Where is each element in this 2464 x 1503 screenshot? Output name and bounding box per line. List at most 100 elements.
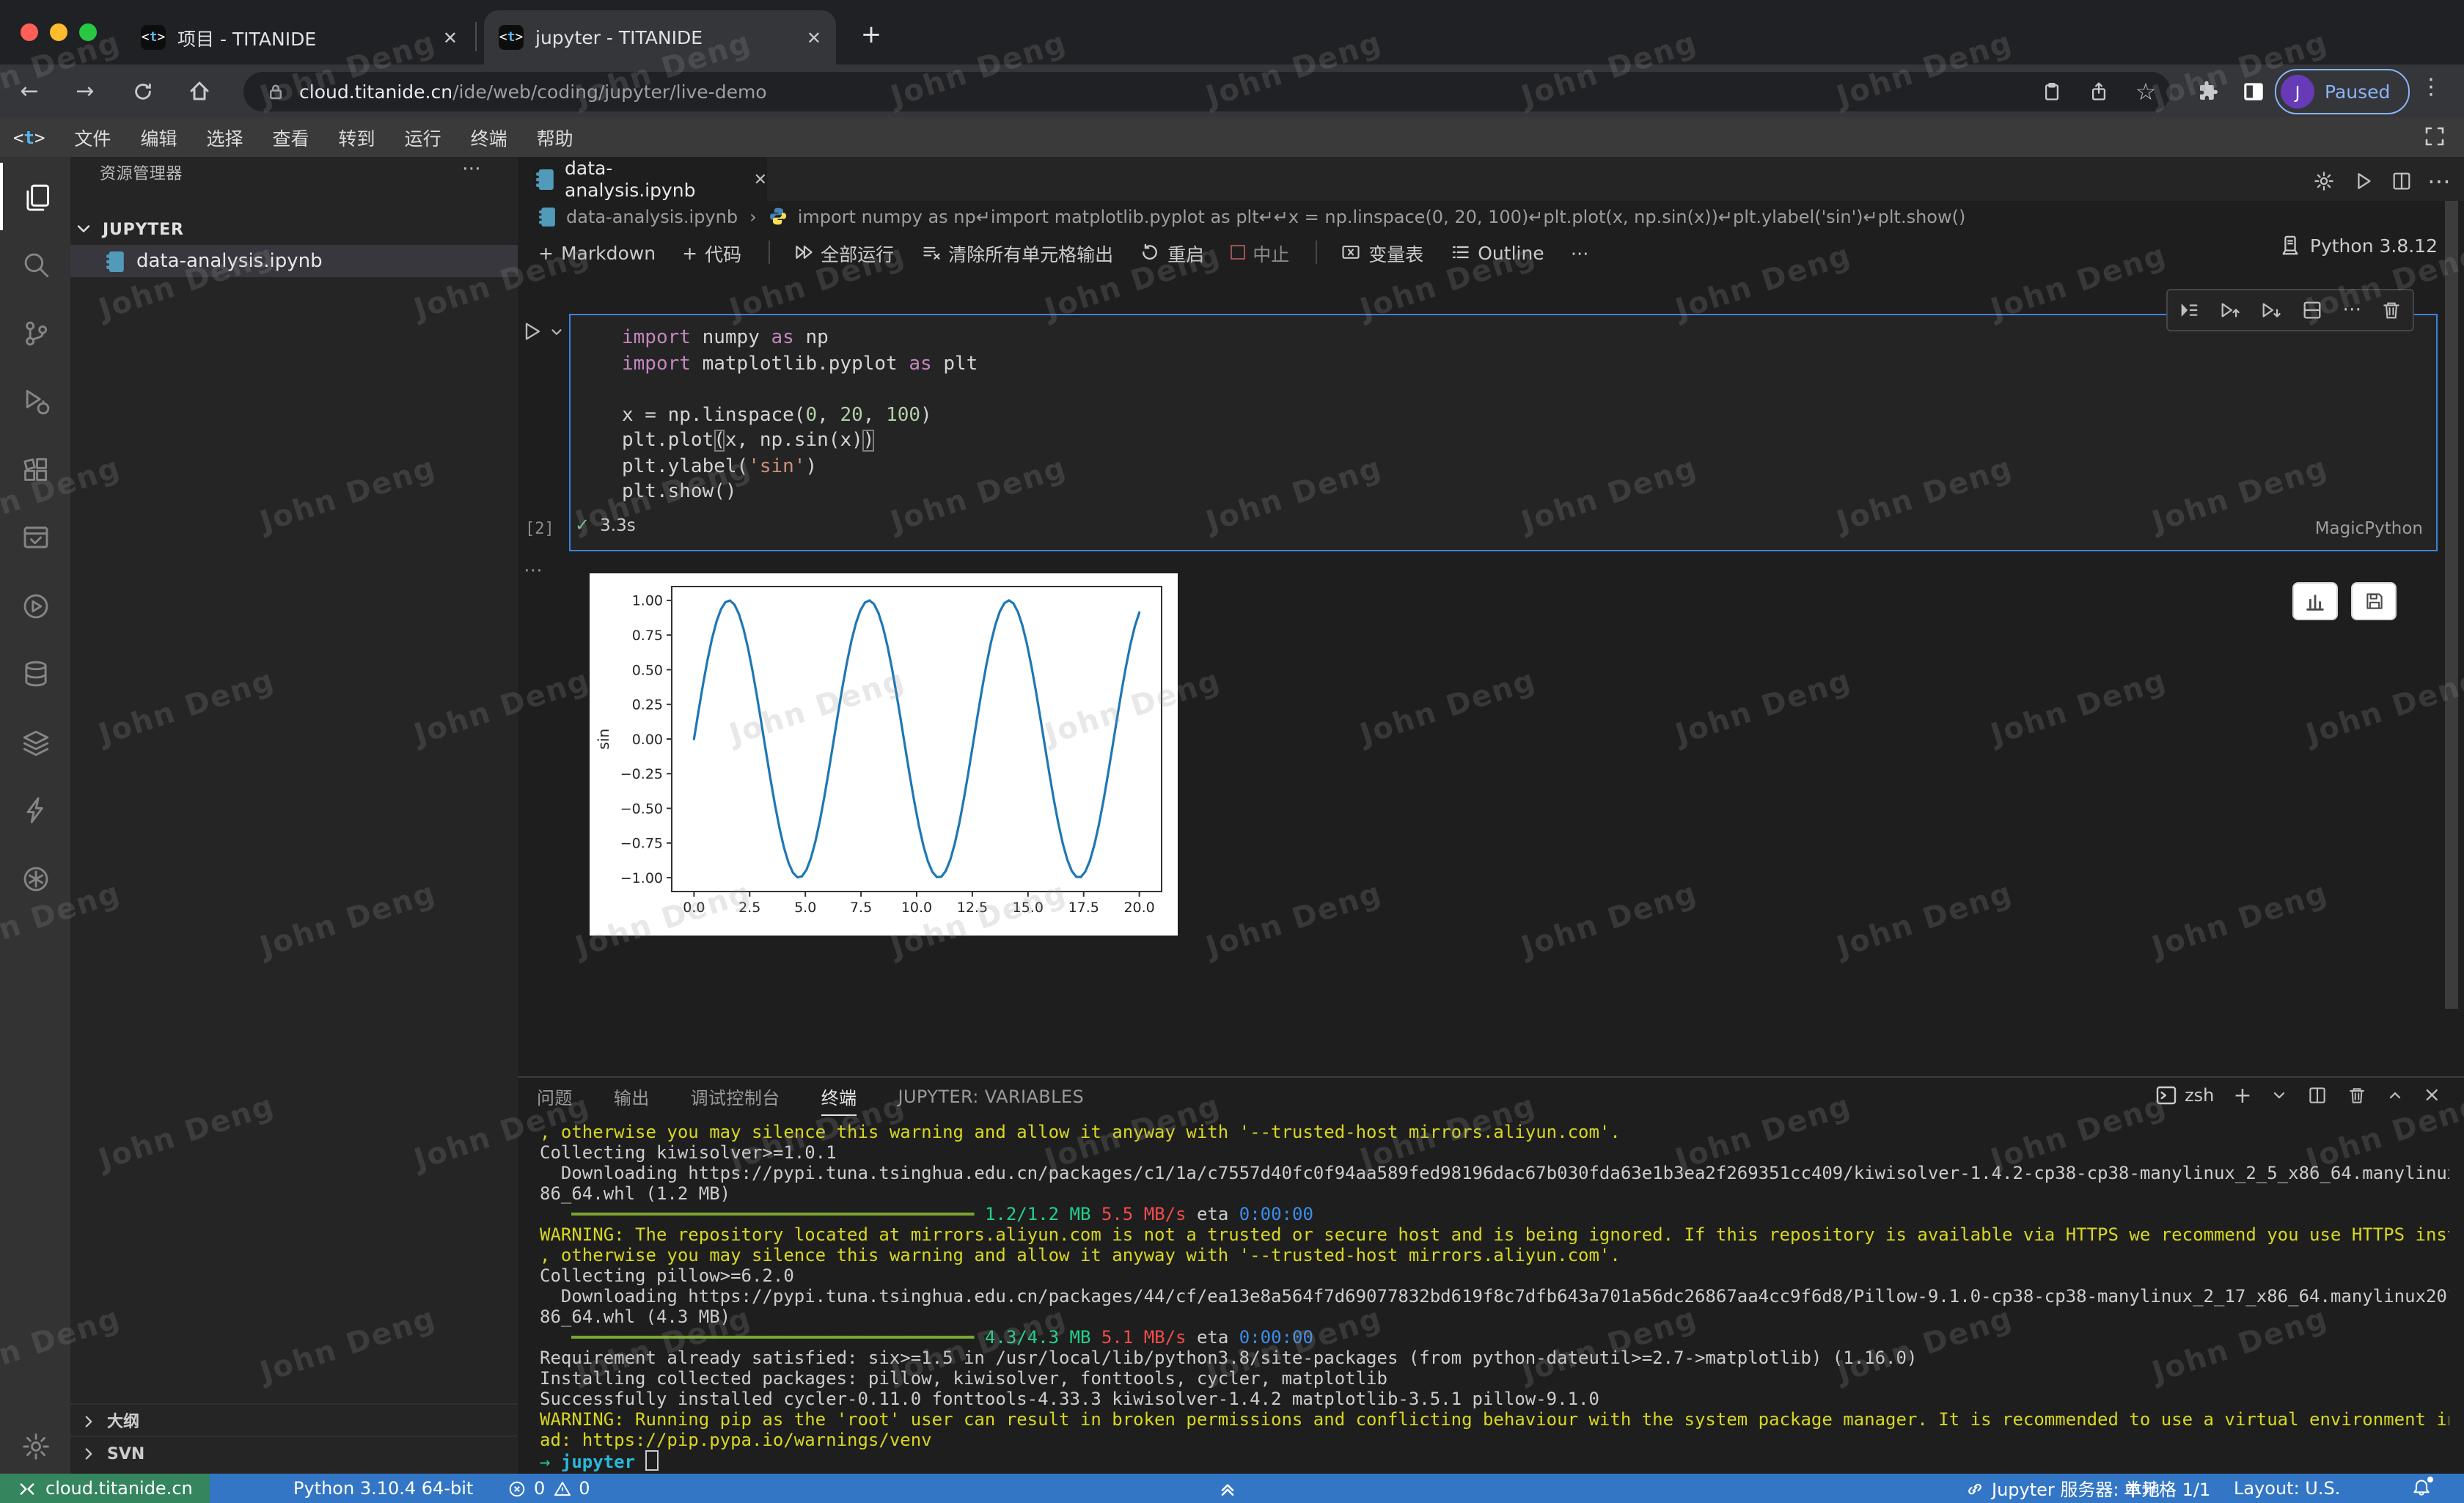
- execute-row-icon[interactable]: [2177, 299, 2199, 321]
- menu-item-选择[interactable]: 选择: [191, 117, 257, 157]
- outline-button[interactable]: Outline: [1450, 241, 1544, 263]
- editor-more-icon[interactable]: ⋯: [2426, 167, 2452, 194]
- source-control-icon[interactable]: [0, 299, 70, 367]
- split-editor-icon[interactable]: [2388, 167, 2414, 194]
- home-icon[interactable]: [185, 76, 214, 106]
- run-editor-icon[interactable]: [2350, 167, 2376, 194]
- menu-item-运行[interactable]: 运行: [390, 117, 456, 157]
- add-code-button[interactable]: +代码: [682, 238, 741, 266]
- sidebar-section-svn[interactable]: SVN: [70, 1436, 518, 1469]
- output-collapse-icon[interactable]: ⋯: [524, 560, 543, 582]
- editor-tab-notebook[interactable]: data-analysis.ipynb ✕: [518, 157, 767, 201]
- maximize-panel-chevron-up-icon[interactable]: [2387, 1087, 2405, 1104]
- database-icon[interactable]: [0, 640, 70, 708]
- tab-close-icon[interactable]: ✕: [807, 27, 821, 48]
- execute-below-icon[interactable]: [2260, 299, 2282, 321]
- cell-indicator-status[interactable]: 单元格 1/1: [2124, 1474, 2210, 1503]
- run-circle-icon[interactable]: [0, 572, 70, 639]
- editor-scrollbar[interactable]: [2445, 201, 2458, 1009]
- panel-tab-terminal-active[interactable]: 终端: [821, 1079, 857, 1116]
- window-minimize-button[interactable]: [50, 23, 67, 41]
- sidebar-section-outline[interactable]: 大纲: [70, 1403, 518, 1437]
- tab-close-icon[interactable]: ✕: [443, 27, 458, 48]
- browser-tab-project[interactable]: <t> 项目 - TITANIDE ✕: [126, 10, 472, 65]
- reload-icon[interactable]: [128, 76, 157, 106]
- chevron-down-icon[interactable]: [2271, 1087, 2289, 1104]
- breadcrumb-code-summary[interactable]: import numpy as np↵import matplotlib.pyp…: [798, 206, 1966, 227]
- code-line[interactable]: plt.ylabel('sin'): [622, 454, 2235, 479]
- extensions-puzzle-icon[interactable]: [2194, 78, 2221, 104]
- settings-gear-icon[interactable]: [0, 1412, 70, 1480]
- new-tab-button[interactable]: +: [854, 18, 889, 53]
- notebook-settings-gear-icon[interactable]: [2310, 167, 2336, 194]
- terminal-output[interactable]: , otherwise you may silence this warning…: [540, 1122, 2449, 1474]
- cell-code-editor[interactable]: import numpy as npimport matplotlib.pypl…: [622, 326, 2235, 505]
- add-markdown-button[interactable]: +Markdown: [538, 241, 656, 263]
- fullscreen-icon[interactable]: [2423, 125, 2446, 148]
- search-icon[interactable]: [0, 231, 70, 298]
- execute-above-icon[interactable]: [2218, 299, 2240, 321]
- code-line[interactable]: import matplotlib.pyplot as plt: [622, 351, 2235, 377]
- menu-item-文件[interactable]: 文件: [59, 117, 125, 157]
- close-icon[interactable]: ✕: [754, 169, 767, 188]
- live-share-icon[interactable]: [0, 845, 70, 912]
- clear-outputs-button[interactable]: 清除所有单元格输出: [920, 238, 1113, 266]
- delete-cell-trash-icon[interactable]: [2381, 299, 2403, 321]
- forward-icon[interactable]: →: [70, 76, 100, 106]
- code-line[interactable]: import numpy as np: [622, 326, 2235, 351]
- code-line[interactable]: [622, 377, 2235, 403]
- panel-tab-1[interactable]: 输出: [614, 1079, 650, 1114]
- breadcrumb-file[interactable]: data-analysis.ipynb: [566, 206, 738, 227]
- panel-tab-2[interactable]: 调试控制台: [691, 1079, 780, 1114]
- code-line[interactable]: plt.show(): [622, 479, 2235, 505]
- panel-tab-4[interactable]: JUPYTER: VARIABLES: [898, 1079, 1084, 1114]
- menu-item-帮助[interactable]: 帮助: [522, 117, 588, 157]
- restart-kernel-button[interactable]: 重启: [1140, 238, 1204, 266]
- chevron-down-icon[interactable]: [549, 323, 565, 339]
- back-icon[interactable]: ←: [15, 76, 44, 106]
- menu-item-终端[interactable]: 终端: [456, 117, 522, 157]
- keyboard-layout-status[interactable]: Layout: U.S.: [2234, 1474, 2340, 1503]
- code-line[interactable]: x = np.linspace(0, 20, 100): [622, 403, 2235, 428]
- python-version-status[interactable]: Python 3.10.4 64-bit: [293, 1474, 473, 1503]
- menu-item-编辑[interactable]: 编辑: [125, 117, 191, 157]
- menu-item-转到[interactable]: 转到: [324, 117, 390, 157]
- close-panel-icon[interactable]: ×: [2424, 1084, 2441, 1107]
- explorer-icon[interactable]: [0, 163, 70, 230]
- browser-menu-icon[interactable]: ⋮: [2420, 73, 2442, 100]
- bookmark-star-icon[interactable]: ☆: [2133, 78, 2159, 104]
- panel-restore-chevrons-icon[interactable]: [1217, 1474, 1238, 1503]
- cell-language-badge[interactable]: MagicPython: [2259, 518, 2423, 538]
- extensions-icon[interactable]: [0, 436, 70, 503]
- preview-icon[interactable]: [0, 504, 70, 571]
- menu-item-查看[interactable]: 查看: [258, 117, 324, 157]
- breadcrumb[interactable]: data-analysis.ipynb › import numpy as np…: [518, 201, 2464, 232]
- panel-tab-0[interactable]: 问题: [537, 1079, 573, 1114]
- share-icon[interactable]: [2086, 78, 2112, 104]
- kill-terminal-trash-icon[interactable]: [2347, 1085, 2368, 1106]
- file-item-notebook[interactable]: data-analysis.ipynb: [70, 245, 518, 277]
- change-presentation-button[interactable]: [2292, 582, 2338, 620]
- explorer-more-icon[interactable]: ⋯: [462, 158, 481, 180]
- explorer-section-jupyter[interactable]: JUPYTER: [73, 213, 513, 245]
- split-terminal-icon[interactable]: [2308, 1085, 2328, 1106]
- problems-status[interactable]: 0 0: [507, 1474, 590, 1503]
- layers-icon[interactable]: [0, 708, 70, 776]
- split-cell-icon[interactable]: [2301, 299, 2323, 321]
- shell-selector[interactable]: zsh: [2154, 1084, 2214, 1107]
- cell-more-icon[interactable]: ⋯: [2342, 299, 2361, 321]
- side-panel-icon[interactable]: [2240, 78, 2266, 104]
- browser-profile-button[interactable]: J Paused: [2275, 69, 2409, 114]
- toolbar-more-icon[interactable]: ⋯: [1571, 241, 1589, 263]
- clipboard-icon[interactable]: [2039, 78, 2065, 104]
- run-cell-button[interactable]: [521, 320, 565, 343]
- window-close-button[interactable]: [21, 23, 38, 41]
- browser-tab-jupyter[interactable]: <t> jupyter - TITANIDE ✕: [484, 10, 836, 65]
- save-output-button[interactable]: [2351, 582, 2397, 620]
- run-debug-icon[interactable]: [0, 367, 70, 435]
- variables-button[interactable]: 变量表: [1341, 238, 1423, 266]
- remote-indicator[interactable]: cloud.titanide.cn: [0, 1474, 210, 1503]
- address-bar[interactable]: cloud.titanide.cn/ide/web/coding/jupyter…: [243, 72, 2171, 111]
- notifications-bell-icon[interactable]: [2411, 1474, 2432, 1503]
- window-zoom-button[interactable]: [79, 23, 97, 41]
